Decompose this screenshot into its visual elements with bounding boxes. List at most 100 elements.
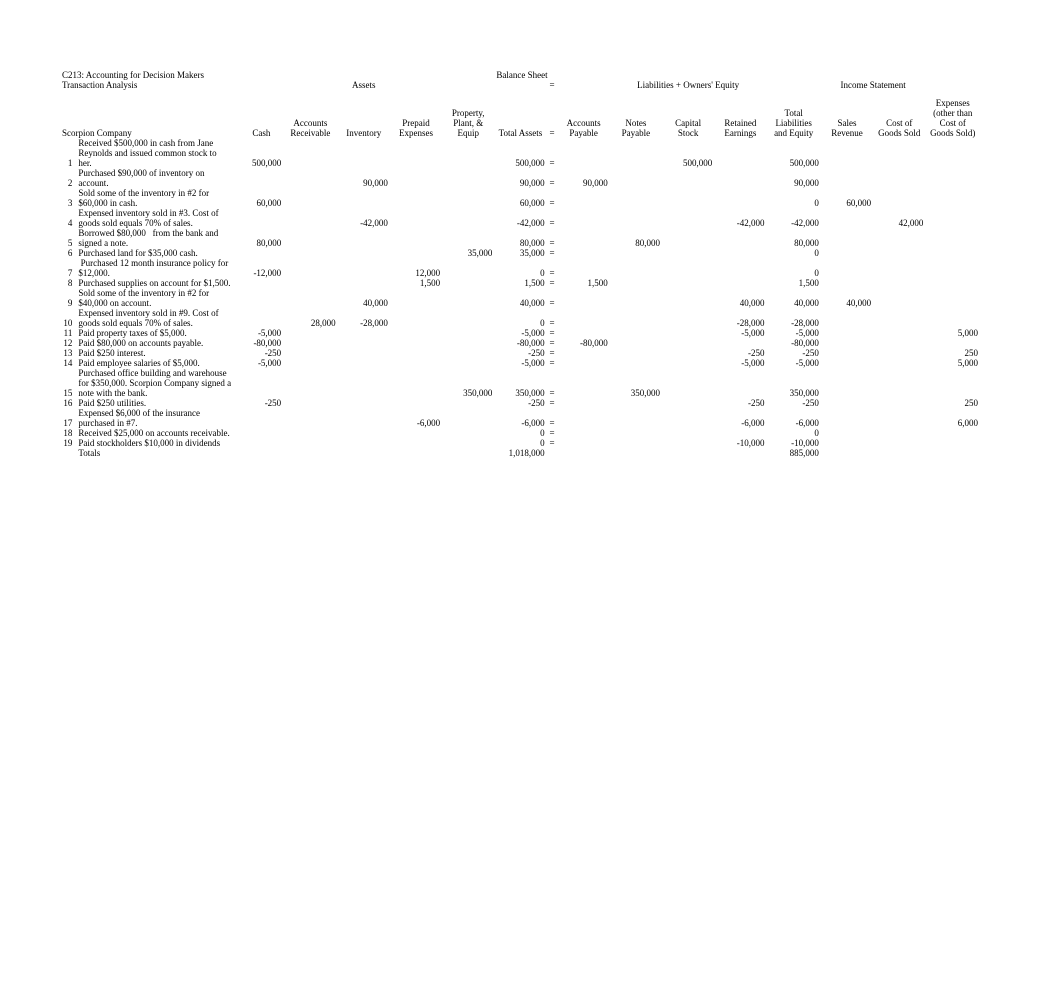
cell-cash	[240, 428, 284, 438]
table-row: 6Purchased land for $35,000 cash.35,0003…	[60, 248, 980, 258]
cell-ar	[283, 428, 337, 438]
cell-cs	[662, 308, 714, 328]
cell-cash: -80,000	[240, 338, 284, 348]
cell-inv	[338, 278, 390, 288]
table-row: 14Paid employee salaries of $5,000. -5,00…	[60, 358, 980, 368]
cell-ar	[283, 258, 337, 278]
cell-np	[610, 138, 662, 168]
cell-inv	[338, 398, 390, 408]
cell-ap	[557, 138, 609, 168]
cell-cash: -250	[240, 398, 284, 408]
row-number: 10	[60, 308, 76, 328]
cell-pre	[390, 328, 442, 338]
cell-np	[610, 398, 662, 408]
cell-ppe: 350,000	[442, 368, 494, 398]
row-desc: Paid employee salaries of $5,000.	[76, 358, 239, 368]
cell-sr	[821, 348, 873, 358]
cell-cash	[240, 368, 284, 398]
row-number: 16	[60, 398, 76, 408]
cell-pre	[390, 168, 442, 188]
cell-cash	[240, 278, 284, 288]
row-desc: Purchased supplies on account for $1,500…	[76, 278, 239, 288]
cell-sr	[821, 248, 873, 258]
row-number: 19	[60, 438, 76, 448]
cell-ap	[557, 398, 609, 408]
cell-exp: 6,000	[925, 408, 980, 428]
cell-ppe	[442, 408, 494, 428]
cell-exp	[925, 258, 980, 278]
cell-cs	[662, 438, 714, 448]
cell-cs	[662, 208, 714, 228]
cell-np	[610, 428, 662, 438]
income-stmt-label: Income Statement	[821, 80, 926, 90]
cell-eq: =	[547, 168, 558, 188]
cell-re	[714, 228, 766, 248]
row-number: 14	[60, 358, 76, 368]
cell-ap	[557, 438, 609, 448]
col-sr: Sales Revenue	[821, 98, 873, 138]
cell-pre	[390, 368, 442, 398]
row-desc: Paid property taxes of $5,000.	[76, 328, 239, 338]
cell-cs	[662, 188, 714, 208]
cell-exp	[925, 168, 980, 188]
cell-tle: -250	[766, 398, 820, 408]
cell-inv	[338, 328, 390, 338]
cell-tle: -5,000	[766, 328, 820, 338]
cell-cash	[240, 438, 284, 448]
cell-cogs	[873, 188, 925, 208]
cell-exp	[925, 438, 980, 448]
table-row: 3Sold some of the inventory in #2 for $6…	[60, 188, 980, 208]
cell-exp	[925, 338, 980, 348]
row-desc: Sold some of the inventory in #2 for $60…	[76, 188, 239, 208]
cell-inv	[338, 428, 390, 438]
cell-inv	[338, 228, 390, 248]
cell-inv	[338, 438, 390, 448]
cell-inv: -42,000	[338, 208, 390, 228]
col-re: Retained Earnings	[714, 98, 766, 138]
totals-tle: 885,000	[766, 448, 820, 458]
table-row: 8Purchased supplies on account for $1,50…	[60, 278, 980, 288]
cell-ar	[283, 288, 337, 308]
cell-pre	[390, 188, 442, 208]
cell-eq: =	[547, 428, 558, 438]
cell-ppe	[442, 208, 494, 228]
cell-tle: 0	[766, 188, 820, 208]
cell-sr	[821, 368, 873, 398]
cell-eq: =	[547, 138, 558, 168]
cell-np	[610, 338, 662, 348]
cell-np	[610, 408, 662, 428]
table-row: 16Paid $250 utilities.-250-250=-250-2502…	[60, 398, 980, 408]
cell-ap	[557, 208, 609, 228]
row-desc: Paid stockholders $10,000 in dividends	[76, 438, 239, 448]
cell-eq: =	[547, 258, 558, 278]
cell-ta: 350,000	[494, 368, 546, 398]
cell-eq: =	[547, 408, 558, 428]
col-cogs: Cost of Goods Sold	[873, 98, 925, 138]
cell-ta: 1,500	[494, 278, 546, 288]
cell-cs	[662, 258, 714, 278]
cell-ta: 500,000	[494, 138, 546, 168]
cell-cs	[662, 278, 714, 288]
cell-ap	[557, 368, 609, 398]
cell-cogs: 42,000	[873, 208, 925, 228]
cell-ar	[283, 278, 337, 288]
cell-tle: -28,000	[766, 308, 820, 328]
cell-eq: =	[547, 288, 558, 308]
cell-pre	[390, 348, 442, 358]
cell-pre	[390, 358, 442, 368]
cell-tle: -6,000	[766, 408, 820, 428]
col-cash: Cash	[240, 98, 284, 138]
cell-ta: -5,000	[494, 358, 546, 368]
cell-cs: 500,000	[662, 138, 714, 168]
cell-ppe	[442, 288, 494, 308]
table-row: 1Received $500,000 in cash from Jane Rey…	[60, 138, 980, 168]
cell-pre: 1,500	[390, 278, 442, 288]
cell-sr	[821, 438, 873, 448]
cell-tle: 0	[766, 258, 820, 278]
cell-eq: =	[547, 358, 558, 368]
cell-cash: 500,000	[240, 138, 284, 168]
cell-ap	[557, 248, 609, 258]
cell-eq: =	[547, 338, 558, 348]
row-number: 13	[60, 348, 76, 358]
cell-exp	[925, 138, 980, 168]
